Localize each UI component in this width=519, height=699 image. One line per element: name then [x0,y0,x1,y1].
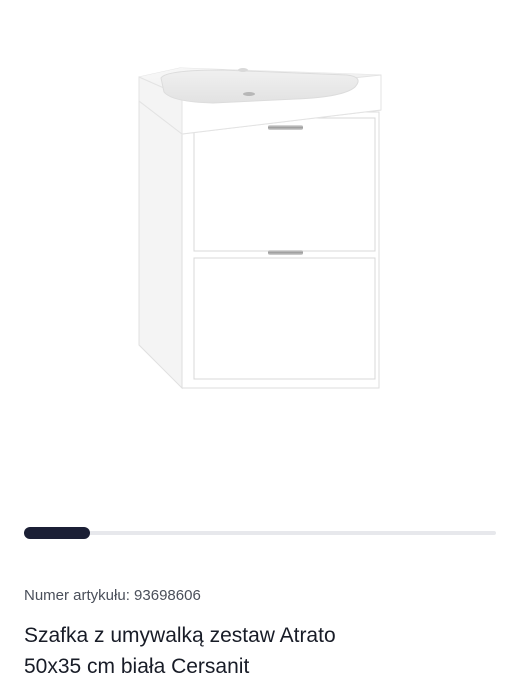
product-title-line-1: Szafka z umywalką zestaw Atrato [24,624,336,647]
bathroom-cabinet-illustration [138,67,382,390]
article-number-label: Numer artykułu: [24,587,130,604]
product-title: Szafka z umywalką zestaw Atrato 50x35 cm… [24,620,504,682]
gallery-progress-fill [24,527,90,539]
gallery-progress [24,527,496,539]
lower-drawer-handle [268,250,303,255]
article-number: Numer artykułu: 93698606 [24,586,201,606]
article-number-value: 93698606 [134,587,201,604]
product-image[interactable] [0,0,519,500]
tap-hole [238,68,248,72]
product-title-line-2: 50x35 cm biała Cersanit [24,655,250,678]
lower-drawer [193,257,376,380]
drain [243,92,255,96]
upper-drawer [193,117,376,252]
gallery-progress-track [24,531,496,535]
upper-drawer-handle [268,125,303,130]
